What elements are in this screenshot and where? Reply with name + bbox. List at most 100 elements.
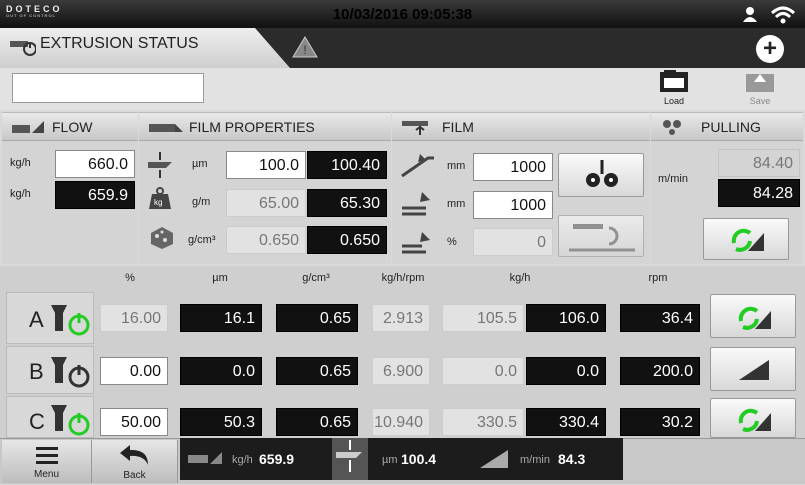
- speed-icon: [480, 450, 508, 468]
- pulling-actual-field: 84.28: [718, 179, 800, 207]
- extruder-power-icon: [10, 38, 37, 61]
- row-label-c[interactable]: C: [6, 396, 94, 438]
- pulling-title: PULLING: [701, 119, 761, 135]
- flow-actual-unit: kg/h: [10, 188, 31, 200]
- weight-set-field: 65.00: [226, 189, 306, 217]
- row-a-kgh-actual: 106.0: [526, 304, 606, 332]
- status-speed-unit: m/min: [520, 454, 550, 466]
- film-properties-icon: [149, 119, 183, 138]
- trim-unit: %: [447, 236, 457, 248]
- col-header-kgh: kg/h: [509, 272, 531, 284]
- datetime: 10/03/2016 09:05:38: [332, 6, 473, 23]
- density-actual-field: 0.650: [307, 226, 387, 254]
- load-button[interactable]: Load: [654, 70, 694, 106]
- recycle-icon: [569, 224, 635, 252]
- layflat-field[interactable]: 1000: [473, 191, 553, 219]
- speed-ramp-icon: [739, 360, 769, 380]
- row-a-um: 16.1: [180, 304, 262, 332]
- flow-title: FLOW: [52, 119, 93, 135]
- row-c-kgh-set: 330.5: [442, 408, 524, 436]
- recipe-name-input[interactable]: [12, 73, 204, 103]
- col-header-pct: %: [125, 272, 135, 284]
- row-b-pct[interactable]: 0.00: [100, 357, 168, 385]
- sync-green-icon: [731, 228, 764, 252]
- status-speed-value: 84.3: [558, 451, 586, 467]
- status-thickness-unit: µm: [382, 454, 398, 466]
- density-set-field: 0.650: [226, 226, 306, 254]
- row-c-rpm: 30.2: [620, 408, 700, 436]
- extruder-on-icon: [51, 405, 90, 436]
- flow-icon: [12, 119, 46, 138]
- status-thickness-icon: [332, 438, 368, 480]
- sync-green-icon: [738, 408, 771, 432]
- save-button[interactable]: Save: [740, 70, 780, 106]
- status-thickness-value: 100.4: [401, 451, 437, 467]
- pulling-set-field: 84.40: [718, 149, 800, 177]
- row-b-kgh-actual: 0.0: [526, 357, 606, 385]
- row-b-ratio: 6.900: [372, 357, 430, 385]
- row-label-a[interactable]: A: [6, 292, 94, 344]
- row-b-kgh-set: 0.0: [442, 357, 524, 385]
- wifi-icon: [770, 6, 796, 29]
- film-width-unit: mm: [447, 160, 466, 172]
- trim-field: 0: [473, 228, 553, 256]
- pulling-icon: [661, 119, 695, 138]
- col-header-um: µm: [212, 272, 228, 284]
- row-a-ratio: 2.913: [372, 304, 430, 332]
- sync-green-icon: [738, 306, 771, 330]
- nip-rollers-button[interactable]: [558, 153, 644, 197]
- flow-set-unit: kg/h: [10, 157, 31, 169]
- row-a-pct: 16.00: [100, 304, 168, 332]
- flow-icon: [188, 452, 222, 464]
- weight-actual-field: 65.30: [307, 189, 387, 217]
- row-b-speed-button[interactable]: [710, 347, 796, 391]
- folder-icon: [660, 70, 688, 92]
- row-c-kgh-actual: 330.4: [526, 408, 606, 436]
- row-c-density: 0.65: [276, 408, 358, 436]
- layflat-icon: [400, 190, 436, 221]
- row-c-sync-button[interactable]: [710, 398, 796, 438]
- row-a-density: 0.65: [276, 304, 358, 332]
- row-a-kgh-set: 105.5: [442, 304, 524, 332]
- thickness-icon: [148, 152, 178, 183]
- col-header-density: g/cm³: [302, 272, 330, 284]
- pulling-unit: m/min: [658, 173, 688, 185]
- row-b-rpm: 200.0: [620, 357, 700, 385]
- extruder-off-icon: [51, 357, 90, 388]
- row-label-b[interactable]: B: [6, 346, 94, 394]
- warning-icon[interactable]: !: [292, 36, 318, 63]
- flow-actual-field: 659.9: [55, 181, 135, 209]
- hamburger-icon: [35, 447, 58, 464]
- thickness-actual-field: 100.40: [307, 151, 387, 179]
- row-c-pct[interactable]: 50.00: [100, 408, 168, 436]
- trim-icon: [400, 228, 436, 259]
- add-button[interactable]: +: [756, 35, 784, 63]
- row-c-um: 50.3: [180, 408, 262, 436]
- layflat-unit: mm: [447, 198, 466, 210]
- film-icon: [402, 119, 436, 138]
- menu-button[interactable]: Menu: [2, 440, 92, 483]
- row-a-rpm: 36.4: [620, 304, 700, 332]
- recycle-trim-button[interactable]: [558, 215, 644, 257]
- status-flow-value: 659.9: [259, 451, 295, 467]
- thickness-unit: µm: [192, 158, 208, 170]
- weight-unit: g/m: [192, 196, 211, 208]
- back-button[interactable]: Back: [92, 440, 178, 483]
- pulling-sync-button[interactable]: [703, 218, 789, 260]
- col-header-ratio: kg/h/rpm: [381, 272, 425, 284]
- film-width-field[interactable]: 1000: [473, 153, 553, 181]
- weight-icon: kg: [148, 186, 172, 210]
- rollers-icon: [586, 160, 618, 187]
- row-b-density: 0.65: [276, 357, 358, 385]
- density-icon: [150, 226, 174, 255]
- status-flow-unit: kg/h: [232, 454, 253, 466]
- row-c-ratio: 10.940: [372, 408, 430, 436]
- film-width-icon: [400, 152, 436, 183]
- flow-set-field[interactable]: 660.0: [55, 150, 135, 178]
- svg-text:!: !: [303, 43, 306, 57]
- thickness-set-field[interactable]: 100.0: [226, 151, 306, 179]
- user-icon[interactable]: [742, 6, 758, 27]
- row-a-sync-button[interactable]: [710, 294, 796, 338]
- row-b-um: 0.0: [180, 357, 262, 385]
- density-unit: g/cm³: [188, 234, 216, 246]
